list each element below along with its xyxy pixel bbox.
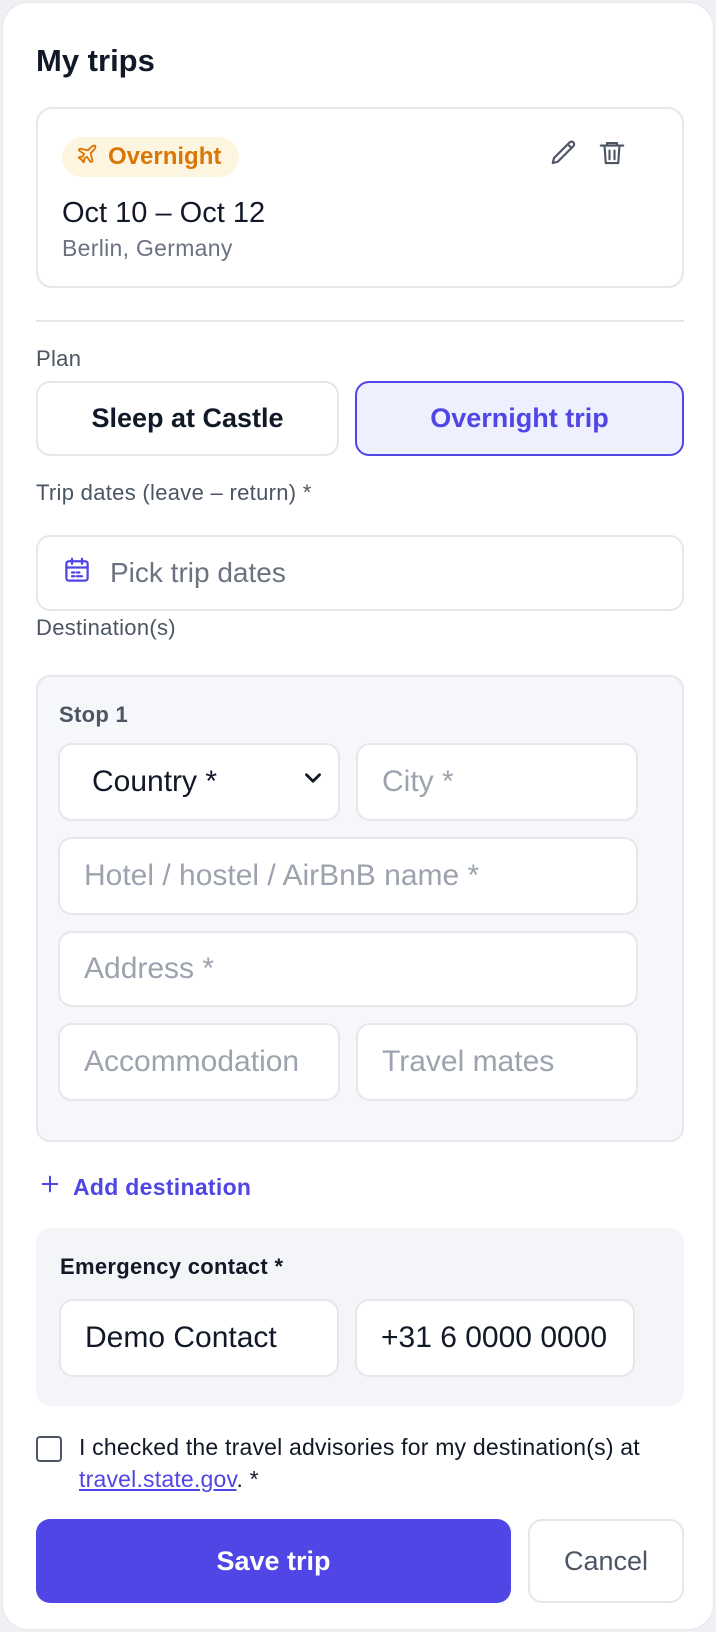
delete-trip-button[interactable] (594, 137, 630, 173)
emergency-contact-name-input[interactable]: Demo Contact (59, 1299, 339, 1377)
advisory-checkbox[interactable] (36, 1436, 62, 1462)
add-destination-label: Add destination (73, 1173, 252, 1200)
calendar-icon (62, 555, 92, 592)
plane-icon (76, 143, 98, 172)
plus-icon (39, 1173, 61, 1201)
hotel-name-placeholder: Hotel / hostel / AirBnB name * (84, 859, 480, 892)
trip-location: Berlin, Germany (62, 235, 233, 261)
country-select[interactable]: Country * (58, 743, 340, 821)
country-select-value: Country * (92, 765, 218, 798)
trip-panel: My trips Overnight Oct 10 – Oct 12 Berli… (2, 2, 714, 1630)
travel-mates-placeholder: Travel mates (382, 1045, 555, 1078)
trip-card: Overnight Oct 10 – Oct 12 Berlin, German… (36, 107, 684, 288)
trip-dates-label: Trip dates (leave – return) * (36, 480, 312, 505)
city-placeholder: City * (382, 765, 454, 798)
emergency-contact-phone-input[interactable]: +31 6 0000 0000 (355, 1299, 635, 1377)
emergency-contact-title: Emergency contact * (60, 1254, 284, 1279)
save-trip-button[interactable]: Save trip (36, 1519, 511, 1603)
badge-label: Overnight (108, 143, 222, 170)
page-title: My trips (36, 43, 155, 78)
edit-icon (549, 138, 579, 173)
hotel-name-input[interactable]: Hotel / hostel / AirBnB name * (58, 837, 638, 915)
trip-dates-placeholder: Pick trip dates (110, 557, 286, 588)
advisory-text-before: I checked the travel advisories for my d… (79, 1434, 640, 1460)
trip-date-range: Oct 10 – Oct 12 (62, 197, 266, 229)
trash-icon (597, 138, 627, 173)
chevron-down-icon (300, 765, 326, 799)
travel-mates-input[interactable]: Travel mates (356, 1023, 638, 1101)
stop-title: Stop 1 (59, 702, 129, 727)
emergency-contact-phone-value: +31 6 0000 0000 (381, 1321, 608, 1354)
trip-dates-picker[interactable]: Pick trip dates (36, 535, 684, 611)
address-placeholder: Address * (84, 952, 215, 985)
add-destination-button[interactable]: Add destination (39, 1173, 251, 1201)
edit-trip-button[interactable] (546, 137, 582, 173)
emergency-contact-section: Emergency contact * Demo Contact +31 6 0… (36, 1228, 684, 1406)
city-input[interactable]: City * (356, 743, 638, 821)
cancel-button[interactable]: Cancel (528, 1519, 684, 1603)
travel-state-gov-link[interactable]: travel.state.gov (79, 1466, 236, 1492)
trip-type-badge: Overnight (62, 137, 240, 177)
address-input[interactable]: Address * (58, 931, 638, 1007)
accommodation-placeholder: Accommodation (84, 1045, 300, 1078)
divider (36, 320, 684, 322)
accommodation-input[interactable]: Accommodation (58, 1023, 340, 1101)
destinations-label: Destination(s) (36, 615, 176, 640)
plan-option-sleep-at-castle[interactable]: Sleep at Castle (36, 381, 339, 456)
destination-stop-1: Stop 1 Country * City * Hotel / hostel /… (36, 675, 684, 1142)
plan-label: Plan (36, 346, 82, 371)
advisory-text-after: . * (236, 1466, 259, 1492)
advisory-text: I checked the travel advisories for my d… (79, 1431, 689, 1495)
emergency-contact-name-value: Demo Contact (85, 1321, 277, 1354)
plan-option-overnight-trip[interactable]: Overnight trip (355, 381, 684, 456)
